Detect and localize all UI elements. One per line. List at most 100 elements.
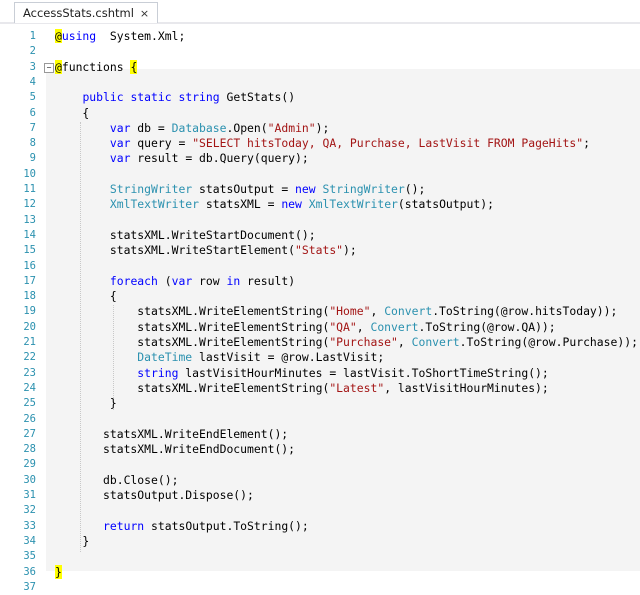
code-token: ,	[397, 335, 412, 349]
code-line[interactable]: 30 db.Close();	[0, 473, 640, 488]
line-number: 22	[23, 351, 36, 364]
line-number: 34	[23, 534, 36, 547]
line-number: 29	[23, 458, 36, 471]
line-number: 19	[23, 305, 36, 318]
code-line[interactable]: 6 {	[0, 106, 640, 121]
code-line[interactable]: 37	[0, 580, 640, 595]
code-token: .ToString(@row.hitsToday));	[432, 304, 618, 319]
code-line[interactable]: 15 statsXML.WriteStartElement("Stats");	[0, 243, 640, 258]
code-line[interactable]: 32	[0, 503, 640, 518]
code-text: statsXML.WriteElementString("QA", Conver…	[55, 319, 555, 335]
code-token: query =	[130, 136, 193, 151]
code-token: "Latest"	[329, 380, 385, 395]
code-editor[interactable]: 1 @using System.Xml; 2 3− @functions {4 5 pub…	[0, 24, 640, 593]
code-token: db =	[130, 120, 172, 135]
code-line[interactable]: 22 DateTime lastVisit = @row.LastVisit;	[0, 350, 640, 365]
line-number: 1	[29, 30, 36, 42]
code-line[interactable]: 25 }	[0, 396, 640, 411]
code-token: }	[55, 533, 90, 548]
code-token: string	[178, 90, 220, 105]
code-token: ();	[404, 182, 426, 196]
code-line[interactable]: 24 statsXML.WriteElementString("Latest",…	[0, 381, 640, 396]
line-number: 8	[29, 137, 36, 150]
line-number: 9	[29, 152, 36, 165]
code-text: @functions {	[55, 59, 138, 75]
code-token: statsXML.WriteElementString(	[55, 335, 330, 349]
line-number: 25	[23, 397, 36, 410]
line-number: 35	[23, 550, 36, 563]
code-text: statsXML.WriteElementString("Latest", la…	[55, 381, 549, 396]
code-token: statsXML.WriteEndDocument();	[55, 442, 296, 457]
line-number: 6	[29, 106, 36, 119]
code-token: ,	[356, 319, 371, 334]
tab-accessstats[interactable]: AccessStats.cshtml ×	[14, 2, 159, 23]
line-number: 14	[23, 228, 36, 241]
code-token: var	[171, 273, 193, 288]
code-token: statsXML =	[199, 197, 282, 212]
collapse-icon[interactable]: −	[44, 62, 54, 73]
code-token: StringWriter	[109, 182, 193, 196]
code-line[interactable]: 36}	[0, 564, 640, 580]
code-line[interactable]: 16	[0, 259, 640, 274]
line-number: 23	[23, 366, 36, 379]
code-text: statsXML.WriteEndDocument();	[55, 442, 295, 457]
code-line[interactable]: 20 statsXML.WriteElementString("QA", Con…	[0, 320, 640, 335]
code-token: result = db.Query(query);	[130, 151, 309, 166]
code-token: Convert	[370, 319, 419, 334]
line-number: 4	[29, 75, 36, 88]
code-line[interactable]: 12 XmlTextWriter statsXML = new XmlTextW…	[0, 197, 640, 212]
code-line[interactable]: 26	[0, 412, 640, 427]
code-line[interactable]: 28 statsXML.WriteEndDocument();	[0, 442, 640, 457]
code-line[interactable]: 11 StringWriter statsOutput = new String…	[0, 182, 640, 197]
code-token: statsOutput.ToString();	[144, 518, 309, 533]
code-token: XmlTextWriter	[308, 197, 398, 212]
code-line[interactable]: 2	[0, 44, 640, 59]
code-line[interactable]: 14 statsXML.WriteStartDocument();	[0, 228, 640, 243]
code-line[interactable]: 3− @functions {	[0, 59, 640, 75]
code-line[interactable]: 8 var query = "SELECT hitsToday, QA, Pur…	[0, 136, 640, 151]
line-number: 12	[23, 198, 36, 211]
code-token: Convert	[384, 304, 433, 319]
code-token: functions	[61, 59, 131, 74]
code-token: (statsOutput);	[397, 197, 494, 212]
code-token: , lastVisitHourMinutes);	[384, 380, 549, 395]
line-number: 15	[23, 244, 36, 257]
code-line[interactable]: 23 string lastVisitHourMinutes = lastVis…	[0, 366, 640, 381]
code-line[interactable]: 17 foreach (var row in result)	[0, 274, 640, 289]
close-icon[interactable]: ×	[140, 7, 149, 20]
code-text: statsXML.WriteElementString("Purchase", …	[55, 335, 638, 350]
line-number: 33	[23, 519, 36, 532]
code-line[interactable]: 31 statsOutput.Dispose();	[0, 488, 640, 503]
code-line[interactable]: 4	[0, 75, 640, 90]
code-line[interactable]: 9 var result = db.Query(query);	[0, 151, 640, 166]
code-line[interactable]: 34 }	[0, 534, 640, 549]
code-line[interactable]: 33 return statsOutput.ToString();	[0, 519, 640, 534]
code-token: var	[109, 120, 131, 135]
code-line[interactable]: 19 statsXML.WriteElementString("Home", C…	[0, 304, 640, 319]
code-line[interactable]: 35	[0, 549, 640, 564]
code-token: );	[343, 243, 357, 258]
code-line[interactable]: 7 var db = Database.Open("Admin");	[0, 121, 640, 136]
code-line[interactable]: 27 statsXML.WriteEndElement();	[0, 427, 640, 442]
code-line[interactable]: 13	[0, 213, 640, 228]
code-line[interactable]: 1 @using System.Xml;	[0, 29, 640, 44]
code-token: new	[281, 197, 302, 212]
line-number: 16	[23, 259, 36, 272]
code-token: statsXML.WriteElementString(	[55, 304, 330, 319]
code-line[interactable]: 18 {	[0, 289, 640, 304]
code-token: "Home"	[329, 304, 371, 319]
code-text: }	[55, 534, 89, 549]
code-token: static	[130, 90, 172, 105]
code-text: public static string GetStats()	[55, 90, 295, 105]
code-text: statsXML.WriteEndElement();	[55, 427, 288, 442]
code-line[interactable]: 5 public static string GetStats()	[0, 90, 640, 105]
code-text: var db = Database.Open("Admin");	[55, 120, 330, 136]
code-line[interactable]: 10	[0, 167, 640, 182]
code-line[interactable]: 29	[0, 457, 640, 472]
code-line[interactable]: 21 statsXML.WriteElementString("Purchase…	[0, 335, 640, 350]
